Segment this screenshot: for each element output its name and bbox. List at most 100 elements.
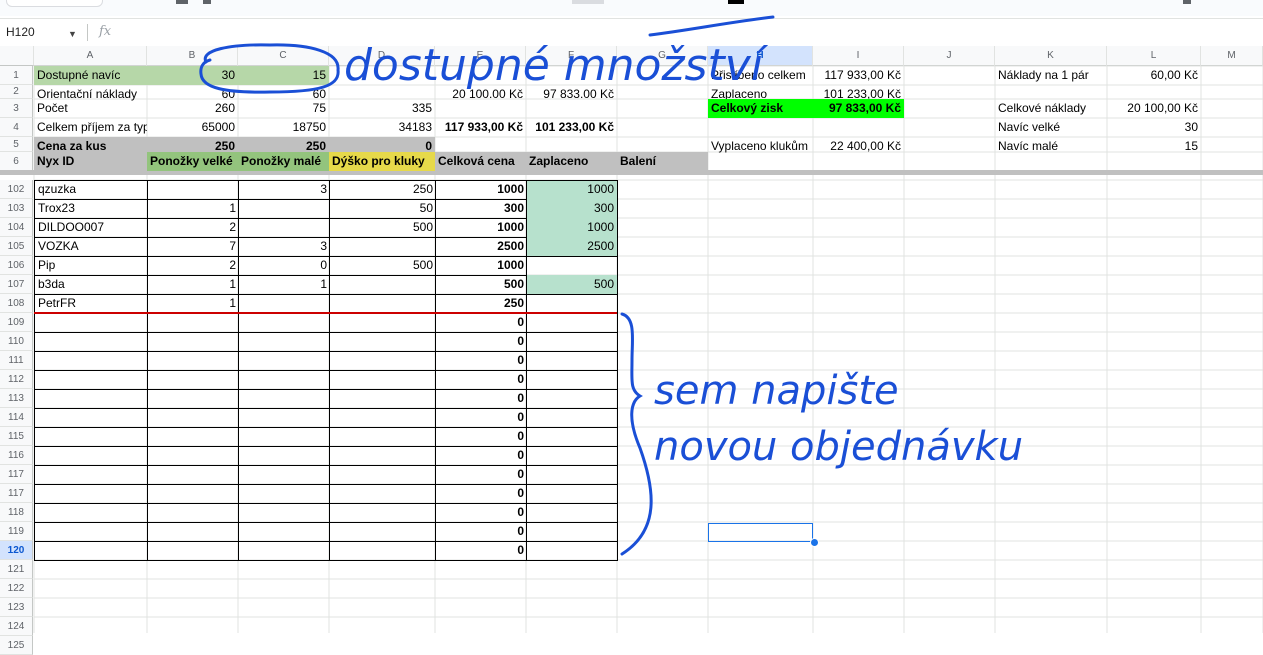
order-cell-f[interactable]: 2500 (526, 237, 618, 257)
order-cell-f[interactable] (526, 370, 618, 390)
cell-i1[interactable]: 117 933,00 Kč (813, 66, 904, 85)
cell-e2[interactable]: 20 100.00 Kč (435, 85, 526, 104)
name-box[interactable]: H120 (6, 25, 35, 39)
order-cell-e[interactable]: 500 (435, 275, 527, 295)
order-cell-c[interactable]: 3 (238, 180, 330, 200)
order-cell-e[interactable]: 0 (435, 427, 527, 447)
order-cell-d[interactable] (329, 484, 436, 504)
row-header[interactable]: 115 (0, 427, 33, 446)
order-cell-c[interactable] (238, 541, 330, 561)
cell-i3[interactable]: 97 833,00 Kč (813, 99, 904, 118)
order-cell-id[interactable] (34, 522, 148, 542)
column-header-f[interactable]: F (526, 46, 617, 66)
column-header-c[interactable]: C (238, 46, 329, 66)
order-cell-b[interactable] (147, 408, 239, 428)
order-cell-d[interactable] (329, 237, 436, 257)
order-cell-e[interactable]: 0 (435, 408, 527, 428)
order-cell-d[interactable] (329, 313, 436, 333)
order-cell-f[interactable] (526, 465, 618, 485)
row-header[interactable]: 121 (0, 560, 33, 579)
cell-h1[interactable]: Přislíbeno celkem (708, 66, 813, 85)
order-cell-c[interactable]: 1 (238, 275, 330, 295)
column-header-b[interactable]: B (147, 46, 238, 66)
order-cell-f[interactable] (526, 427, 618, 447)
select-all-corner[interactable] (0, 46, 34, 66)
row-header[interactable]: 109 (0, 313, 33, 332)
column-header-i[interactable]: I (813, 46, 904, 66)
order-cell-d[interactable]: 500 (329, 256, 436, 276)
column-header-m[interactable]: M (1201, 46, 1263, 66)
order-cell-b[interactable] (147, 446, 239, 466)
order-cell-c[interactable] (238, 408, 330, 428)
cell-f4[interactable]: 101 233,00 Kč (526, 118, 617, 137)
header-socks-large[interactable]: Ponožky velké (147, 152, 238, 171)
order-cell-c[interactable] (238, 218, 330, 238)
column-header-j[interactable]: J (904, 46, 995, 66)
order-cell-d[interactable] (329, 522, 436, 542)
row-header[interactable]: 125 (0, 636, 33, 655)
fill-handle[interactable] (810, 538, 819, 547)
cell-a1[interactable]: Dostupné navíc (34, 66, 147, 85)
order-cell-id[interactable] (34, 484, 148, 504)
column-header-l[interactable]: L (1107, 46, 1201, 66)
cell-b5[interactable]: 250 (147, 137, 238, 152)
row-header[interactable]: 108 (0, 294, 33, 313)
order-cell-id[interactable]: VOZKA (34, 237, 148, 257)
cell-e4[interactable]: 117 933,00 Kč (435, 118, 526, 137)
order-cell-f[interactable] (526, 256, 618, 276)
row-header[interactable]: 118 (0, 503, 33, 522)
order-cell-f[interactable] (526, 313, 618, 333)
cell-h3[interactable]: Celkový zisk (708, 99, 813, 118)
order-cell-c[interactable] (238, 389, 330, 409)
cell-l1[interactable]: 60,00 Kč (1107, 66, 1201, 85)
order-cell-b[interactable] (147, 541, 239, 561)
cell-d3[interactable]: 335 (329, 99, 435, 118)
order-cell-b[interactable] (147, 370, 239, 390)
order-cell-c[interactable] (238, 503, 330, 523)
order-cell-d[interactable] (329, 427, 436, 447)
cell-c3[interactable]: 75 (238, 99, 329, 118)
order-cell-f[interactable] (526, 389, 618, 409)
order-cell-id[interactable]: qzuzka (34, 180, 148, 200)
order-cell-f[interactable] (526, 446, 618, 466)
order-cell-id[interactable] (34, 313, 148, 333)
cell-a3[interactable]: Počet (34, 99, 147, 118)
order-cell-e[interactable]: 0 (435, 446, 527, 466)
cell-d4[interactable]: 34183 (329, 118, 435, 137)
row-header[interactable]: 117 (0, 484, 33, 503)
row-header[interactable]: 110 (0, 332, 33, 351)
order-cell-e[interactable]: 0 (435, 351, 527, 371)
order-cell-b[interactable]: 2 (147, 256, 239, 276)
row-header[interactable]: 116 (0, 446, 33, 465)
order-cell-d[interactable] (329, 408, 436, 428)
cell-b1[interactable]: 30 (147, 66, 238, 85)
cell-k3[interactable]: Celkové náklady (995, 99, 1107, 118)
header-paid[interactable]: Zaplaceno (526, 152, 617, 171)
order-cell-c[interactable] (238, 522, 330, 542)
order-cell-e[interactable]: 1000 (435, 256, 527, 276)
order-cell-b[interactable]: 1 (147, 294, 239, 314)
order-cell-e[interactable]: 250 (435, 294, 527, 314)
column-header-e[interactable]: E (435, 46, 526, 66)
order-cell-d[interactable] (329, 389, 436, 409)
cell-l3[interactable]: 20 100,00 Kč (1107, 99, 1201, 118)
order-cell-id[interactable] (34, 446, 148, 466)
order-cell-b[interactable] (147, 522, 239, 542)
row-header[interactable]: 105 (0, 237, 33, 256)
cell-b4[interactable]: 65000 (147, 118, 238, 137)
order-cell-b[interactable] (147, 180, 239, 200)
order-cell-e[interactable]: 0 (435, 541, 527, 561)
column-header-d[interactable]: D (329, 46, 435, 66)
order-cell-e[interactable]: 0 (435, 313, 527, 333)
row-header[interactable]: 4 (0, 118, 33, 137)
row-header[interactable]: 3 (0, 99, 33, 118)
row-header[interactable]: 124 (0, 617, 33, 636)
selected-cell-h120[interactable] (708, 523, 813, 542)
order-cell-d[interactable] (329, 446, 436, 466)
order-cell-f[interactable]: 1000 (526, 218, 618, 238)
order-cell-e[interactable]: 0 (435, 484, 527, 504)
order-cell-id[interactable]: Trox23 (34, 199, 148, 219)
order-cell-f[interactable]: 500 (526, 275, 618, 295)
order-cell-id[interactable] (34, 370, 148, 390)
chevron-down-icon[interactable]: ▼ (68, 29, 77, 39)
